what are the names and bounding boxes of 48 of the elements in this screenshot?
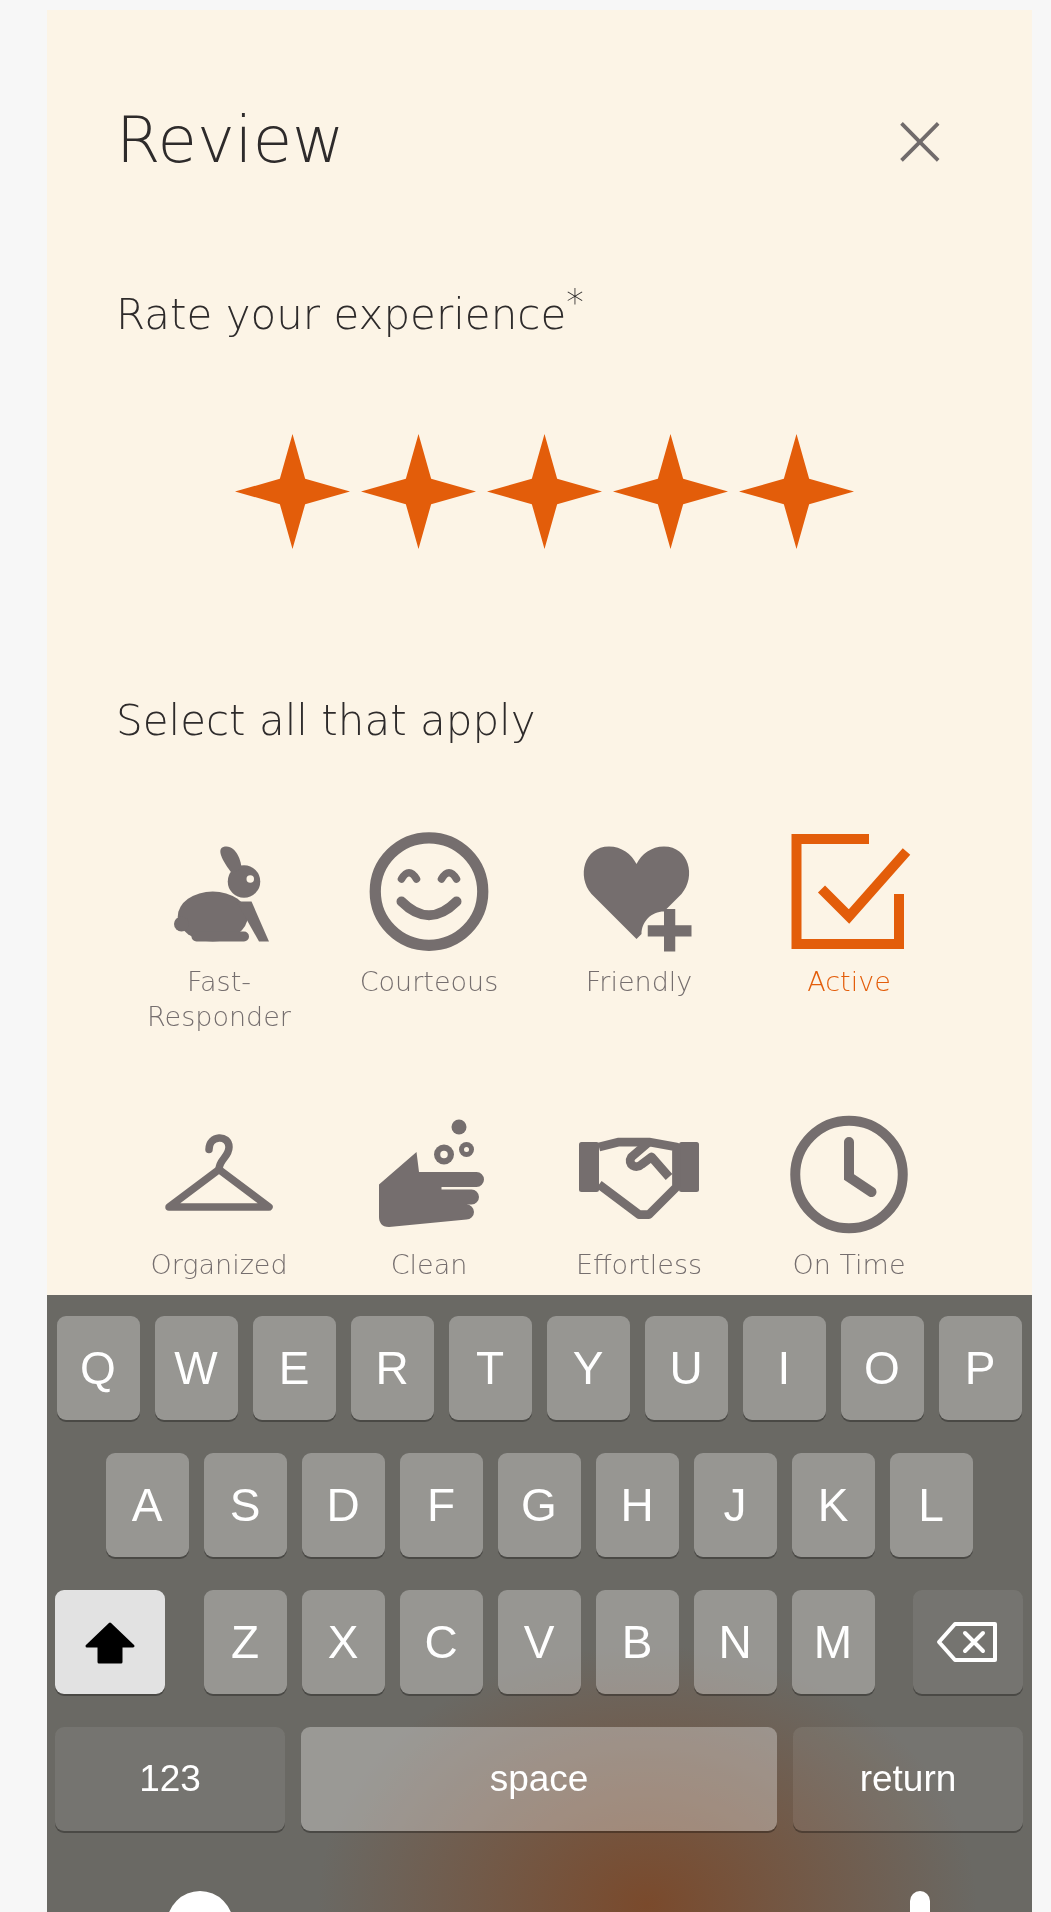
shift-key[interactable] xyxy=(55,1590,165,1694)
letter-key[interactable]: J xyxy=(693,1453,777,1557)
star-icon[interactable] xyxy=(487,434,602,549)
tag-option[interactable]: Clean xyxy=(324,1112,534,1282)
close-button[interactable]: × xyxy=(888,112,944,168)
tag-option[interactable]: Active xyxy=(744,829,954,1034)
star-icon[interactable] xyxy=(361,434,476,549)
tag-option[interactable]: Fast- Responder xyxy=(114,829,324,1034)
section-label: Select all that apply xyxy=(116,695,537,747)
return-key[interactable]: return xyxy=(793,1727,1023,1831)
letter-key[interactable]: Q xyxy=(56,1316,140,1420)
letter-key[interactable]: P xyxy=(938,1316,1022,1420)
tag-option[interactable]: Effortless xyxy=(534,1112,744,1282)
tag-option[interactable]: Friendly xyxy=(534,829,744,1034)
letter-key[interactable]: I xyxy=(742,1316,826,1420)
rating-prompt: Rate your experience$^{*}$ xyxy=(116,281,585,341)
space-key[interactable]: space xyxy=(301,1727,777,1831)
letter-key[interactable]: R xyxy=(350,1316,434,1420)
letter-key[interactable]: W xyxy=(154,1316,238,1420)
tag-option[interactable]: On Time xyxy=(744,1112,954,1282)
letter-key[interactable]: O xyxy=(840,1316,924,1420)
letter-key[interactable]: L xyxy=(889,1453,973,1557)
letter-key[interactable]: A xyxy=(105,1453,189,1557)
tag-option[interactable]: Organized xyxy=(114,1112,324,1282)
star-icon[interactable] xyxy=(739,434,854,549)
letter-key[interactable]: Z xyxy=(203,1590,287,1694)
letter-key[interactable]: U xyxy=(644,1316,728,1420)
letter-key[interactable]: S xyxy=(203,1453,287,1557)
tag-option[interactable]: Courteous xyxy=(324,829,534,1034)
letter-key[interactable]: M xyxy=(791,1590,875,1694)
dialog-title: Review xyxy=(116,103,345,177)
star-icon[interactable] xyxy=(613,434,728,549)
letter-key[interactable]: G xyxy=(497,1453,581,1557)
backspace-key[interactable] xyxy=(913,1590,1023,1694)
letter-key[interactable]: E xyxy=(252,1316,336,1420)
letter-key[interactable]: Y xyxy=(546,1316,630,1420)
letter-key[interactable]: F xyxy=(399,1453,483,1557)
letter-key[interactable]: T xyxy=(448,1316,532,1420)
letter-key[interactable]: H xyxy=(595,1453,679,1557)
letter-key[interactable]: V xyxy=(497,1590,581,1694)
letter-key[interactable]: D xyxy=(301,1453,385,1557)
star-icon[interactable] xyxy=(235,434,350,549)
numbers-key[interactable]: 123 xyxy=(55,1727,285,1831)
letter-key[interactable]: K xyxy=(791,1453,875,1557)
letter-key[interactable]: C xyxy=(399,1590,483,1694)
letter-key[interactable]: B xyxy=(595,1590,679,1694)
letter-key[interactable]: X xyxy=(301,1590,385,1694)
letter-key[interactable]: N xyxy=(693,1590,777,1694)
